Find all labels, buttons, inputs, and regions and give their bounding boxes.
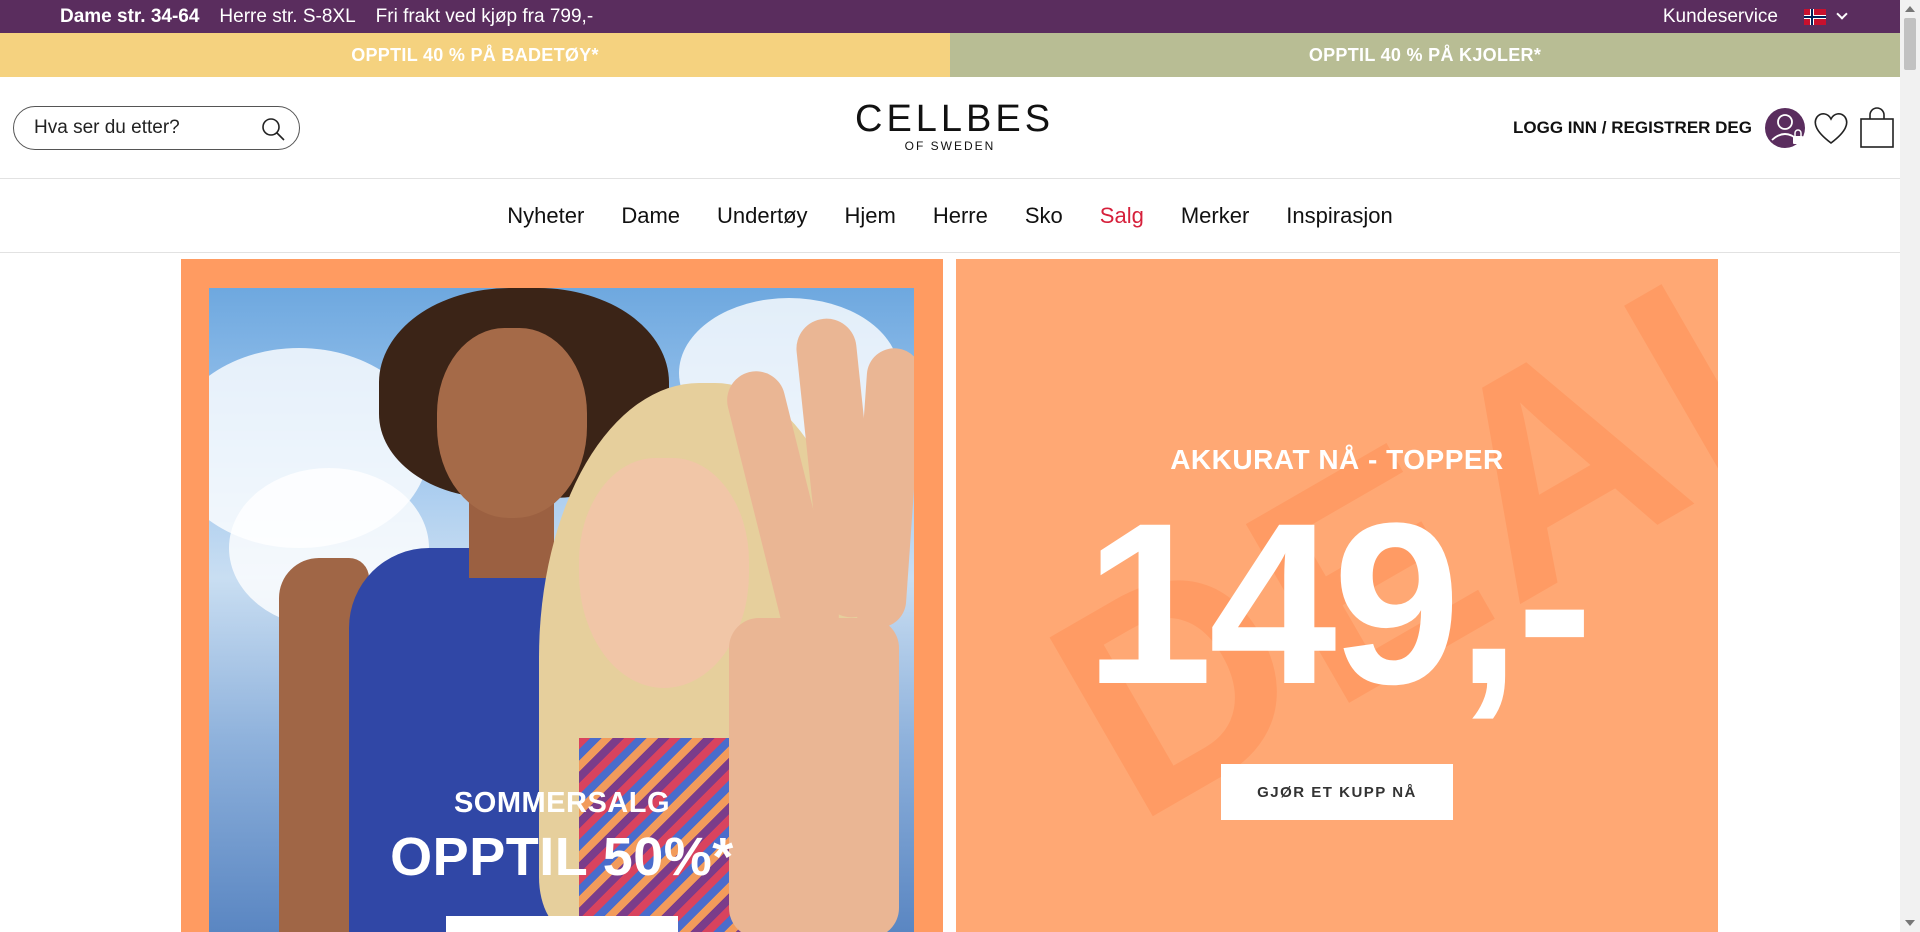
account-button[interactable] [1762,105,1808,151]
hero-left-eyebrow: SOMMERSALG [453,787,671,819]
hero-right-price: 149,- [1084,475,1593,732]
usp-list: Dame str. 34-64 Herre str. S-8XL Fri fra… [60,6,593,28]
customer-service-link[interactable]: Kundeservice [1663,6,1778,28]
usp-men-sizes: Herre str. S-8XL [219,5,356,27]
hero-left-headline: OPPTIL 50%* [390,827,734,887]
nav-item-sko[interactable]: Sko [1025,203,1063,229]
norway-flag-icon [1804,8,1826,25]
promo-swimwear-link[interactable]: OPPTIL 40 % PÅ BADETØY* [0,33,950,77]
shopping-bag-icon [1860,107,1894,148]
summer-sale-banner[interactable]: SOMMERSALG OPPTIL 50%* [181,259,943,932]
cart-button[interactable] [1854,105,1900,151]
nav-item-undertoy[interactable]: Undertøy [717,203,807,229]
usp-women-sizes: Dame str. 34-64 [60,5,200,27]
search-input[interactable] [34,117,254,139]
tops-deal-banner[interactable]: DEAL AKKURAT NÅ - TOPPER 149,- GJØR ET K… [956,259,1718,932]
user-icon [1765,108,1805,148]
hero-right-eyebrow: AKKURAT NÅ - TOPPER [1170,444,1504,475]
cellbes-logo[interactable]: CELLBES OF SWEDEN [855,98,1055,153]
wishlist-button[interactable] [1808,105,1854,151]
site-header: CELLBES OF SWEDEN LOGG INN / REGISTRER D… [0,77,1900,179]
nav-item-inspirasjon[interactable]: Inspirasjon [1286,203,1392,229]
topbar-right: Kundeservice [1663,6,1848,28]
heart-icon [1814,113,1848,145]
page-scrollbar[interactable] [1900,0,1920,932]
login-register-link[interactable]: LOGG INN / REGISTRER DEG [1513,118,1752,138]
scroll-up-arrow-icon[interactable] [1905,6,1915,12]
promo-banner: OPPTIL 40 % PÅ BADETØY* OPPTIL 40 % PÅ K… [0,33,1900,77]
scroll-thumb[interactable] [1904,18,1916,70]
deal-cta-button[interactable]: GJØR ET KUPP NÅ [1221,764,1453,820]
nav-item-herre[interactable]: Herre [933,203,988,229]
main-navigation: Nyheter Dame Undertøy Hjem Herre Sko Sal… [0,179,1900,253]
hero-left-cta-button[interactable] [446,916,678,932]
usp-free-shipping: Fri frakt ved kjøp fra 799,- [375,5,594,27]
promo-dresses-link[interactable]: OPPTIL 40 % PÅ KJOLER* [950,33,1900,77]
logo-tagline: OF SWEDEN [904,139,996,153]
nav-item-nyheter[interactable]: Nyheter [507,203,584,229]
nav-item-merker[interactable]: Merker [1181,203,1249,229]
nav-item-dame[interactable]: Dame [621,203,680,229]
search-box [13,106,300,150]
search-icon[interactable] [261,117,285,141]
scroll-down-arrow-icon[interactable] [1905,920,1915,926]
nav-item-hjem[interactable]: Hjem [845,203,896,229]
language-selector[interactable] [1804,8,1848,25]
account-area: LOGG INN / REGISTRER DEG [1513,99,1900,157]
top-usp-bar: Dame str. 34-64 Herre str. S-8XL Fri fra… [0,0,1900,33]
logo-wordmark: CELLBES [855,98,1055,140]
chevron-down-icon [1836,8,1848,20]
nav-item-salg[interactable]: Salg [1100,203,1144,229]
